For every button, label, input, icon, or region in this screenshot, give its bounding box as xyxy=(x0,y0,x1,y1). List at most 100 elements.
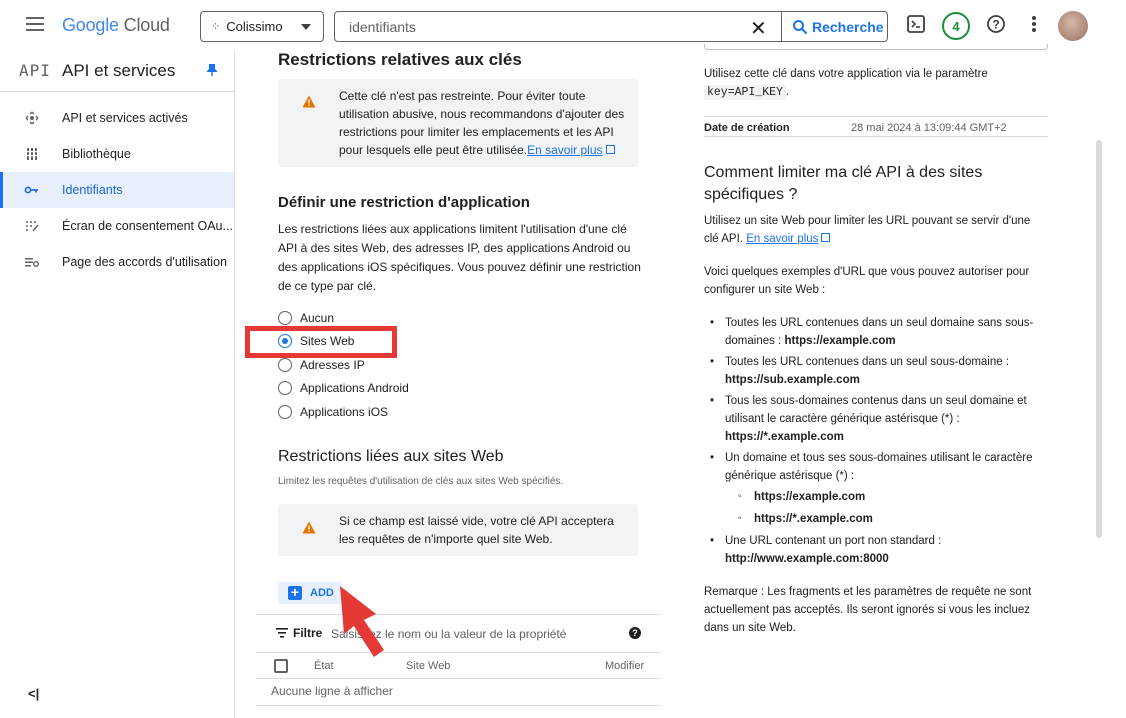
add-button-label: ADD xyxy=(310,587,334,599)
radio-label: Applications iOS xyxy=(300,405,389,419)
examples-intro: Voici quelques exemples d'URL que vous p… xyxy=(704,266,1030,296)
key-restrictions-title: Restrictions relatives aux clés xyxy=(278,50,522,69)
svg-text:?: ? xyxy=(992,18,999,32)
pointer-arrow-icon xyxy=(340,586,384,657)
radio-none[interactable]: Aucun xyxy=(278,309,334,327)
list-item: https://*.example.com xyxy=(725,510,1048,528)
sidebar-item-agreements[interactable]: Page des accords d'utilisation xyxy=(0,244,234,280)
sub-list: https://example.com https://*.example.co… xyxy=(725,488,1048,528)
logo-cloud: Cloud xyxy=(123,15,170,35)
divider xyxy=(256,705,660,706)
list-item: https://example.com xyxy=(725,488,1048,506)
library-icon xyxy=(26,148,38,160)
help-icon[interactable]: ? xyxy=(986,14,1006,34)
sidebar-item-library[interactable]: Bibliothèque xyxy=(0,136,234,172)
divider xyxy=(256,614,660,615)
search-button-label: Recherche xyxy=(812,18,884,35)
main-content: Restrictions relatives aux clés Cette cl… xyxy=(236,50,660,718)
examples-list: Toutes les URL contenues dans un seul do… xyxy=(704,314,1048,571)
app-restriction-description: Les restrictions liées aux applications … xyxy=(278,222,641,293)
websites-warning-box: Si ce champ est laissé vide, votre clé A… xyxy=(278,504,638,556)
example-text: Tous les sous-domaines contenus dans un … xyxy=(725,395,1027,425)
top-bar: Google Cloud ⁘ Colissimo identifiants ✕ … xyxy=(0,0,1126,50)
example-text: Un domaine et tous ses sous-domaines uti… xyxy=(725,452,1033,482)
example-text: Une URL contenant un port non standard : xyxy=(725,535,942,547)
highlight-box xyxy=(245,326,397,358)
cloud-shell-icon[interactable] xyxy=(906,14,926,34)
learn-more-link[interactable]: En savoir plus xyxy=(527,143,602,157)
radio-button[interactable] xyxy=(278,405,292,419)
column-edit[interactable]: Modifier xyxy=(605,660,644,672)
radio-label: Aucun xyxy=(300,311,335,325)
key-icon xyxy=(24,186,38,194)
api-key-param: key=API_KEY xyxy=(704,85,786,100)
search-bar[interactable]: identifiants ✕ Recherche xyxy=(334,11,888,42)
scrollbar[interactable] xyxy=(1096,140,1102,538)
radio-button[interactable] xyxy=(278,381,292,395)
api-services-icon xyxy=(25,111,39,125)
search-button[interactable]: Recherche xyxy=(781,12,888,41)
logo-google: Google xyxy=(62,15,119,35)
info-panel: Utilisez cette clé dans votre applicatio… xyxy=(704,44,1048,718)
filter-button[interactable]: Filtre xyxy=(276,626,322,640)
example-url: https://*.example.com xyxy=(754,513,873,525)
avatar[interactable] xyxy=(1058,11,1088,41)
radio-button[interactable] xyxy=(278,358,292,372)
notifications-badge[interactable]: 4 xyxy=(942,12,970,40)
sidebar-item-label: Écran de consentement OAu... xyxy=(62,219,233,233)
radio-button[interactable] xyxy=(278,311,292,325)
collapse-sidebar-button[interactable]: <| xyxy=(28,686,39,701)
column-website[interactable]: Site Web xyxy=(406,660,450,672)
key-warning-box: Cette clé n'est pas restreinte. Pour évi… xyxy=(278,79,638,167)
help-circle-icon[interactable]: ? xyxy=(629,627,641,639)
project-selector[interactable]: ⁘ Colissimo xyxy=(200,11,324,42)
more-options-icon[interactable] xyxy=(1030,14,1038,34)
list-item: Tous les sous-domaines contenus dans un … xyxy=(704,392,1048,446)
search-input[interactable]: identifiants xyxy=(349,19,416,35)
example-url: https://example.com xyxy=(784,335,896,347)
filter-label: Filtre xyxy=(293,626,323,640)
sidebar-item-credentials[interactable]: Identifiants xyxy=(0,172,234,208)
external-link-icon xyxy=(821,233,831,242)
api-badge: API xyxy=(19,61,51,80)
example-url: https://*.example.com xyxy=(725,431,844,443)
usage-text-2: . xyxy=(785,86,790,98)
sidebar: API API et services API et services acti… xyxy=(0,50,235,718)
sidebar-item-label: Bibliothèque xyxy=(62,147,131,161)
table-empty-message: Aucune ligne à afficher xyxy=(271,684,393,698)
select-all-checkbox[interactable] xyxy=(274,659,288,673)
plus-icon: + xyxy=(288,585,302,600)
sidebar-item-enabled-apis[interactable]: API et services activés xyxy=(0,100,234,136)
example-url: https://example.com xyxy=(754,491,866,503)
example-url: http://www.example.com:8000 xyxy=(725,553,889,565)
note-text: Remarque : Les fragments et les paramètr… xyxy=(704,586,1032,634)
example-url: https://sub.example.com xyxy=(725,374,860,386)
radio-ios-apps[interactable]: Applications iOS xyxy=(278,403,388,421)
list-item: Toutes les URL contenues dans un seul do… xyxy=(704,314,1048,350)
radio-android-apps[interactable]: Applications Android xyxy=(278,379,409,397)
agreements-icon xyxy=(25,258,39,267)
pin-icon[interactable] xyxy=(206,63,218,77)
creation-date-row: Date de création 28 mai 2024 à 13:09:44 … xyxy=(704,116,1048,137)
main-menu-icon[interactable] xyxy=(26,17,44,31)
usage-text-1: Utilisez cette clé dans votre applicatio… xyxy=(704,68,988,80)
add-website-button[interactable]: + ADD xyxy=(278,582,342,604)
sidebar-item-oauth-consent[interactable]: Écran de consentement OAu... xyxy=(0,208,234,244)
radio-label: Applications Android xyxy=(300,381,409,395)
search-icon xyxy=(793,19,808,34)
example-text: Toutes les URL contenues dans un seul so… xyxy=(725,356,1010,368)
sidebar-item-label: API et services activés xyxy=(62,111,188,125)
external-link-icon xyxy=(605,145,615,154)
creation-date-value: 28 mai 2024 à 13:09:44 GMT+2 xyxy=(851,122,1007,134)
google-cloud-logo[interactable]: Google Cloud xyxy=(62,15,170,36)
warning-icon xyxy=(302,521,316,534)
warning-icon xyxy=(302,95,316,108)
chevron-down-icon xyxy=(301,24,311,30)
sidebar-item-label: Identifiants xyxy=(62,183,123,197)
learn-more-link[interactable]: En savoir plus xyxy=(746,233,818,245)
clear-search-icon[interactable]: ✕ xyxy=(750,16,767,41)
sidebar-item-label: Page des accords d'utilisation xyxy=(62,255,227,269)
creation-date-label: Date de création xyxy=(704,122,790,134)
column-state[interactable]: État xyxy=(314,660,334,672)
radio-ip-addresses[interactable]: Adresses IP xyxy=(278,356,365,374)
